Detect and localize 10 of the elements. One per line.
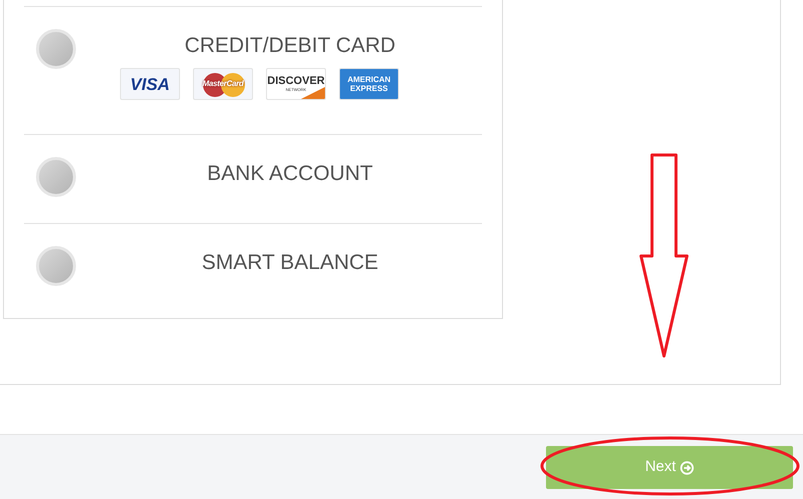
option-label: CREDIT/DEBIT CARD bbox=[184, 34, 396, 58]
radio-button[interactable] bbox=[36, 29, 76, 69]
radio-button[interactable] bbox=[36, 157, 76, 197]
option-label: SMART BALANCE bbox=[202, 251, 378, 275]
card-logo: VISA bbox=[120, 68, 180, 100]
option-label: BANK ACCOUNT bbox=[207, 162, 373, 186]
radio-button[interactable] bbox=[36, 246, 76, 286]
card-logo: AMERICAN EXPRESS bbox=[339, 68, 399, 100]
arrow-circle-icon bbox=[680, 460, 694, 474]
next-button[interactable]: Next bbox=[546, 446, 793, 489]
